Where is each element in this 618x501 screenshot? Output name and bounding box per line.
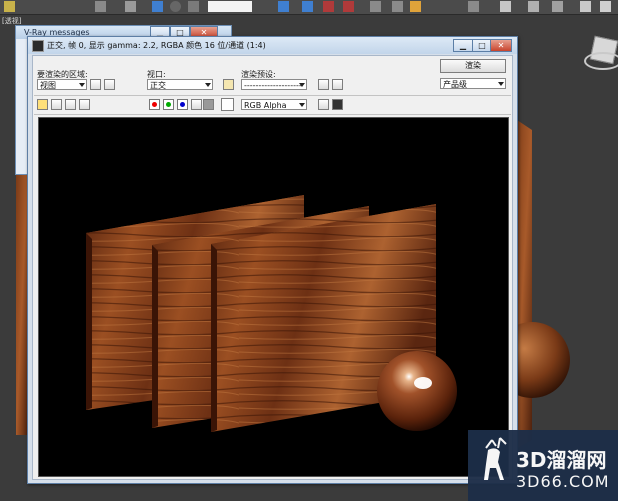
watermark: 3D溜溜网 3D66.COM — [468, 430, 618, 501]
render-canvas[interactable] — [38, 117, 509, 477]
clear-icon[interactable] — [79, 99, 90, 110]
preset-value: -------------------- — [244, 81, 302, 90]
board-3-edge — [211, 244, 217, 432]
quality-value: 产品级 — [443, 80, 467, 89]
green-channel-button[interactable] — [163, 99, 174, 110]
rendered-scene — [86, 195, 457, 432]
vfb-close-button[interactable]: ✕ — [490, 39, 512, 52]
green-channel-icon — [166, 102, 171, 107]
info-panel-icon[interactable] — [318, 99, 329, 110]
sphere-highlight — [414, 377, 432, 389]
frame-buffer-body: 要渲染的区域: 视图 视口: 正交 渲染预设: ----------------… — [32, 55, 513, 480]
channel-dropdown[interactable]: RGB Alpha — [241, 99, 307, 110]
frame-buffer-titlebar[interactable]: 正交, 帧 0, 显示 gamma: 2.2, RGBA 颜色 16 位/通道 … — [28, 37, 517, 54]
lock-icon[interactable] — [223, 79, 234, 90]
blue-channel-button[interactable] — [177, 99, 188, 110]
viewport-value: 正交 — [150, 81, 166, 90]
mono-toggle-icon[interactable] — [203, 99, 214, 110]
settings-icon[interactable] — [332, 79, 343, 90]
frame-buffer-app-icon — [32, 40, 44, 52]
chevron-down-icon — [498, 82, 504, 86]
preset-save-icon[interactable] — [318, 79, 329, 90]
watermark-domain: 3D66.COM — [516, 472, 610, 491]
chevron-down-icon — [299, 83, 305, 87]
clone-icon[interactable] — [65, 99, 76, 110]
blue-channel-icon — [180, 102, 185, 107]
channel-value: RGB Alpha — [244, 101, 287, 110]
toolbar-divider — [34, 95, 511, 96]
red-channel-button[interactable] — [149, 99, 160, 110]
board-2-edge — [152, 245, 158, 428]
display-icon[interactable] — [332, 99, 343, 110]
toolbar-divider — [34, 114, 511, 115]
render-button[interactable]: 渲染 — [440, 59, 506, 73]
quality-dropdown[interactable]: 产品级 — [440, 78, 506, 89]
watermark-brand: 3D溜溜网 — [516, 448, 607, 472]
viewport-dropdown[interactable]: 正交 — [147, 79, 213, 90]
swatch-white[interactable] — [221, 98, 234, 111]
chevron-down-icon — [79, 83, 85, 87]
area-value: 视图 — [40, 81, 56, 90]
area-dropdown[interactable]: 视图 — [37, 79, 87, 90]
wood-sphere — [377, 351, 457, 431]
frame-buffer-window[interactable]: 正交, 帧 0, 显示 gamma: 2.2, RGBA 颜色 16 位/通道 … — [27, 36, 518, 484]
chevron-down-icon — [205, 83, 211, 87]
preset-dropdown[interactable]: -------------------- — [241, 79, 307, 90]
region-edit-icon[interactable] — [90, 79, 101, 90]
board-1-edge — [86, 233, 92, 410]
alpha-toggle-icon[interactable] — [191, 99, 202, 110]
copy-image-icon[interactable] — [51, 99, 62, 110]
chevron-down-icon — [299, 103, 305, 107]
region-crop-icon[interactable] — [104, 79, 115, 90]
save-image-icon[interactable] — [37, 99, 48, 110]
vfb-minimize-button[interactable]: ▁ — [453, 39, 473, 52]
vfb-maximize-button[interactable]: □ — [472, 39, 492, 52]
red-channel-icon — [152, 102, 157, 107]
deer-logo-icon — [484, 437, 507, 480]
frame-buffer-title: 正交, 帧 0, 显示 gamma: 2.2, RGBA 颜色 16 位/通道 … — [47, 41, 266, 50]
